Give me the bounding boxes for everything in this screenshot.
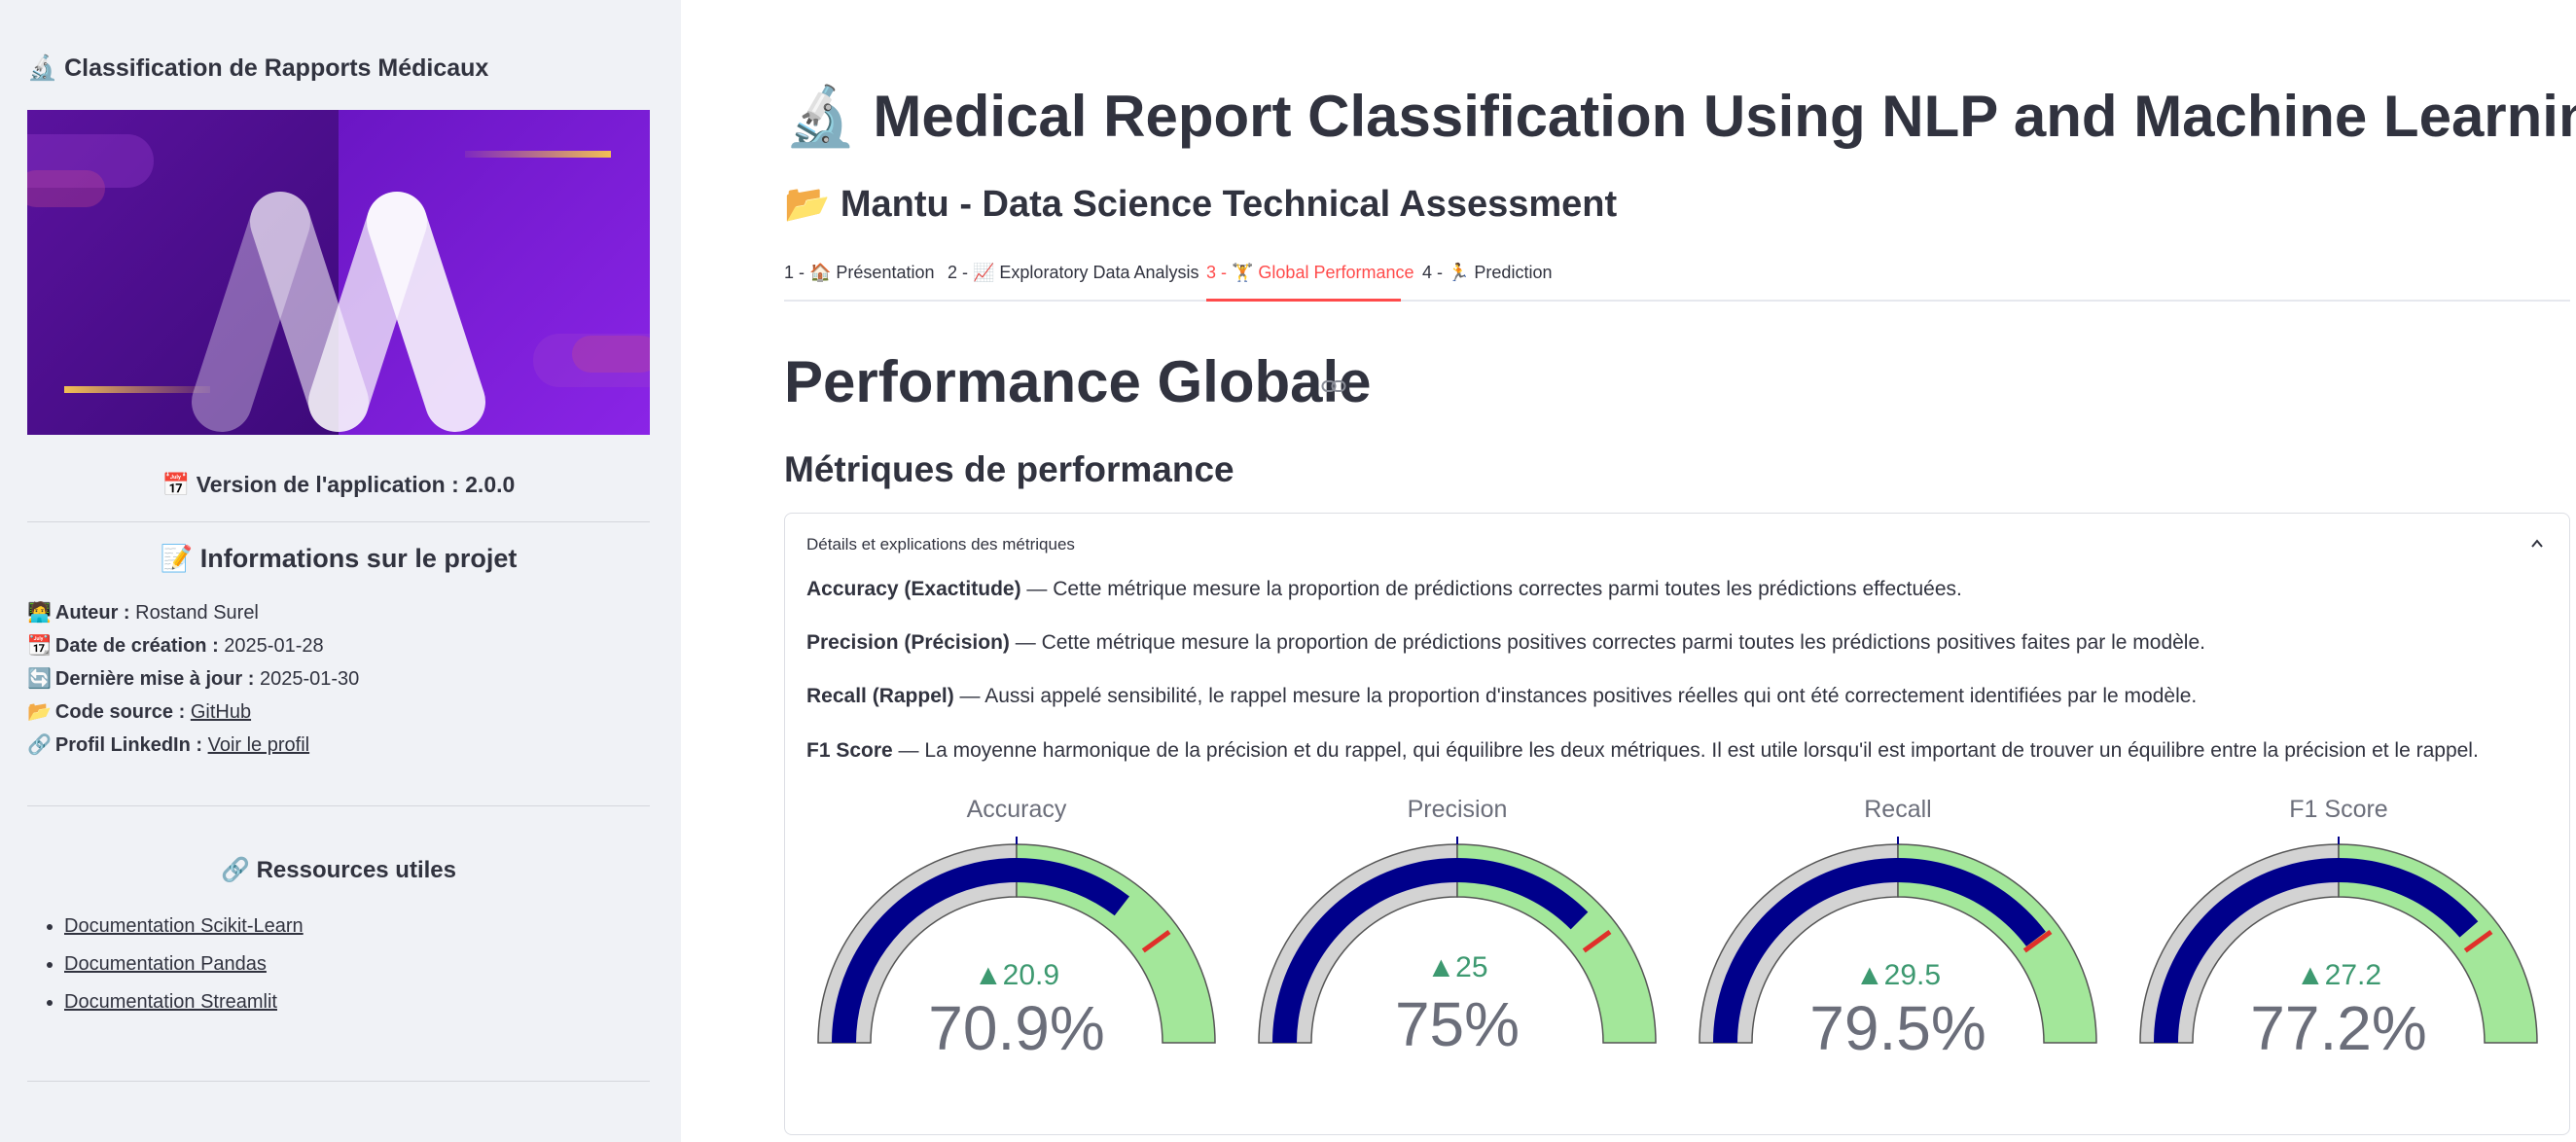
project-info-heading: 📝 Informations sur le projet bbox=[27, 543, 650, 574]
calendar-icon: 📅 bbox=[161, 472, 191, 497]
gauge-precision: Precision 50 ▲25 75% bbox=[1243, 796, 1671, 1068]
linkedin-link[interactable]: Voir le profil bbox=[208, 734, 310, 756]
resource-link-pandas[interactable]: Documentation Pandas bbox=[64, 953, 267, 975]
metric-text: — Cette métrique mesure la proportion de… bbox=[1009, 631, 2205, 654]
project-info-heading-text: Informations sur le projet bbox=[199, 544, 518, 573]
page-subtitle-text: Mantu - Data Science Technical Assessmen… bbox=[840, 184, 1618, 225]
sidebar: 🔬 Classification de Rapports Médicaux 📅 … bbox=[0, 0, 681, 1142]
tab-prediction[interactable]: 4 - 🏃 Prediction bbox=[1422, 263, 1552, 302]
metric-text: — Aussi appelé sensibilité, le rappel me… bbox=[953, 685, 2198, 707]
gauge-tick-label: 50 bbox=[1891, 835, 1905, 836]
divider bbox=[27, 521, 650, 522]
list-item: Documentation Pandas bbox=[64, 952, 304, 990]
link-icon: 🔗 bbox=[27, 734, 52, 756]
app-version: 📅 Version de l'application : 2.0.0 bbox=[27, 472, 650, 498]
info-updated: 🔄 Dernière mise à jour : 2025-01-30 bbox=[27, 667, 359, 691]
gauge-value: 75% bbox=[1394, 989, 1521, 1059]
github-link[interactable]: GitHub bbox=[191, 701, 251, 723]
info-author: 🧑‍💻 Auteur : Rostand Surel bbox=[27, 601, 259, 625]
gauge-delta: ▲20.9 bbox=[973, 959, 1060, 991]
resource-link-sklearn[interactable]: Documentation Scikit-Learn bbox=[64, 915, 304, 937]
gauge-f1-score: F1 Score 50 ▲27.2 77.2% bbox=[2125, 796, 2553, 1068]
metric-text: — Cette métrique mesure la proportion de… bbox=[1020, 578, 1962, 600]
info-source-label: Code source : bbox=[54, 701, 186, 723]
active-tab-indicator bbox=[1206, 299, 1401, 302]
gauge-title: Precision bbox=[1407, 796, 1508, 823]
folder-icon: 📂 bbox=[784, 184, 831, 225]
divider bbox=[27, 805, 650, 806]
tab-bar: 1 - 🏠 Présentation 2 - 📈 Exploratory Dat… bbox=[784, 255, 2570, 302]
info-linkedin: 🔗 Profil LinkedIn : Voir le profil bbox=[27, 733, 309, 757]
info-created-label: Date de création : bbox=[54, 635, 219, 657]
tab-presentation[interactable]: 1 - 🏠 Présentation bbox=[784, 263, 935, 302]
metric-explanation-accuracy: Accuracy (Exactitude) — Cette métrique m… bbox=[806, 578, 1962, 601]
info-created: 📆 Date de création : 2025-01-28 bbox=[27, 634, 324, 658]
gauge-tick-label: 50 bbox=[1450, 835, 1464, 836]
app-banner-logo bbox=[27, 110, 650, 435]
list-item: Documentation Streamlit bbox=[64, 990, 304, 1028]
metric-term: F1 Score bbox=[806, 739, 893, 762]
gauge-delta: ▲29.5 bbox=[1854, 959, 1942, 991]
info-author-label: Auteur : bbox=[54, 602, 130, 624]
info-linkedin-label: Profil LinkedIn : bbox=[54, 734, 203, 756]
refresh-icon: 🔄 bbox=[27, 668, 52, 690]
metric-explanation-recall: Recall (Rappel) — Aussi appelé sensibili… bbox=[806, 685, 2197, 708]
page-subtitle: 📂 Mantu - Data Science Technical Assessm… bbox=[784, 183, 1617, 226]
link-icon: 🔗 bbox=[221, 857, 250, 883]
gauge-delta: ▲25 bbox=[1426, 951, 1488, 983]
folder-icon: 📂 bbox=[27, 701, 52, 723]
sidebar-title: 🔬 Classification de Rapports Médicaux bbox=[27, 54, 488, 83]
microscope-icon: 🔬 bbox=[27, 54, 58, 82]
list-item: Documentation Scikit-Learn bbox=[64, 914, 304, 952]
gauge-recall: Recall 50 ▲29.5 79.5% bbox=[1684, 796, 2112, 1068]
gauge-title: Accuracy bbox=[966, 796, 1067, 823]
resources-heading-text: Ressources utiles bbox=[256, 857, 456, 883]
metrics-heading: Métriques de performance bbox=[784, 449, 1234, 489]
info-updated-label: Dernière mise à jour : bbox=[54, 668, 255, 690]
sidebar-title-text: Classification de Rapports Médicaux bbox=[64, 54, 489, 82]
gauge-tick-label: 50 bbox=[2332, 835, 2345, 836]
gauge-accuracy: Accuracy 50 ▲20.9 70.9% bbox=[803, 796, 1231, 1068]
info-created-value: 2025-01-28 bbox=[224, 635, 324, 657]
gauge-value: 70.9% bbox=[928, 993, 1105, 1063]
tab-eda[interactable]: 2 - 📈 Exploratory Data Analysis bbox=[948, 263, 1199, 302]
metric-explanation-f1: F1 Score — La moyenne harmonique de la p… bbox=[806, 739, 2479, 763]
technologist-icon: 🧑‍💻 bbox=[27, 602, 52, 624]
section-title: Performance Globale bbox=[784, 349, 1372, 414]
gauge-title: F1 Score bbox=[2289, 796, 2388, 823]
gauge-delta: ▲27.2 bbox=[2295, 959, 2382, 991]
microscope-icon: 🔬 bbox=[784, 84, 857, 149]
page-title: 🔬 Medical Report Classification Using NL… bbox=[784, 82, 2576, 151]
expander-header[interactable]: Détails et explications des métriques bbox=[806, 535, 1075, 554]
memo-icon: 📝 bbox=[160, 544, 194, 573]
metric-text: — La moyenne harmonique de la précision … bbox=[892, 739, 2479, 762]
info-updated-value: 2025-01-30 bbox=[260, 668, 360, 690]
gauge-tick-label: 50 bbox=[1010, 835, 1023, 836]
metric-term: Precision (Précision) bbox=[806, 631, 1010, 654]
chevron-up-icon[interactable] bbox=[2528, 535, 2546, 557]
resource-link-streamlit[interactable]: Documentation Streamlit bbox=[64, 991, 277, 1013]
metric-term: Accuracy (Exactitude) bbox=[806, 578, 1021, 600]
metric-term: Recall (Rappel) bbox=[806, 685, 954, 707]
info-source: 📂 Code source : GitHub bbox=[27, 700, 251, 724]
resources-list: Documentation Scikit-Learn Documentation… bbox=[64, 914, 304, 1028]
resources-heading: 🔗 Ressources utiles bbox=[27, 856, 650, 884]
divider bbox=[27, 1081, 650, 1082]
gauge-value: 79.5% bbox=[1809, 993, 1986, 1063]
app-version-text: Version de l'application : 2.0.0 bbox=[196, 472, 516, 497]
metric-explanation-precision: Precision (Précision) — Cette métrique m… bbox=[806, 631, 2205, 655]
anchor-link-icon[interactable] bbox=[1321, 378, 1346, 399]
info-author-value: Rostand Surel bbox=[135, 602, 259, 624]
gauge-value: 77.2% bbox=[2250, 993, 2427, 1063]
page-title-text: Medical Report Classification Using NLP … bbox=[873, 84, 2576, 149]
tab-global-performance[interactable]: 3 - 🏋 Global Performance bbox=[1206, 263, 1414, 302]
calendar-icon: 📆 bbox=[27, 635, 52, 657]
gauge-title: Recall bbox=[1864, 796, 1932, 823]
